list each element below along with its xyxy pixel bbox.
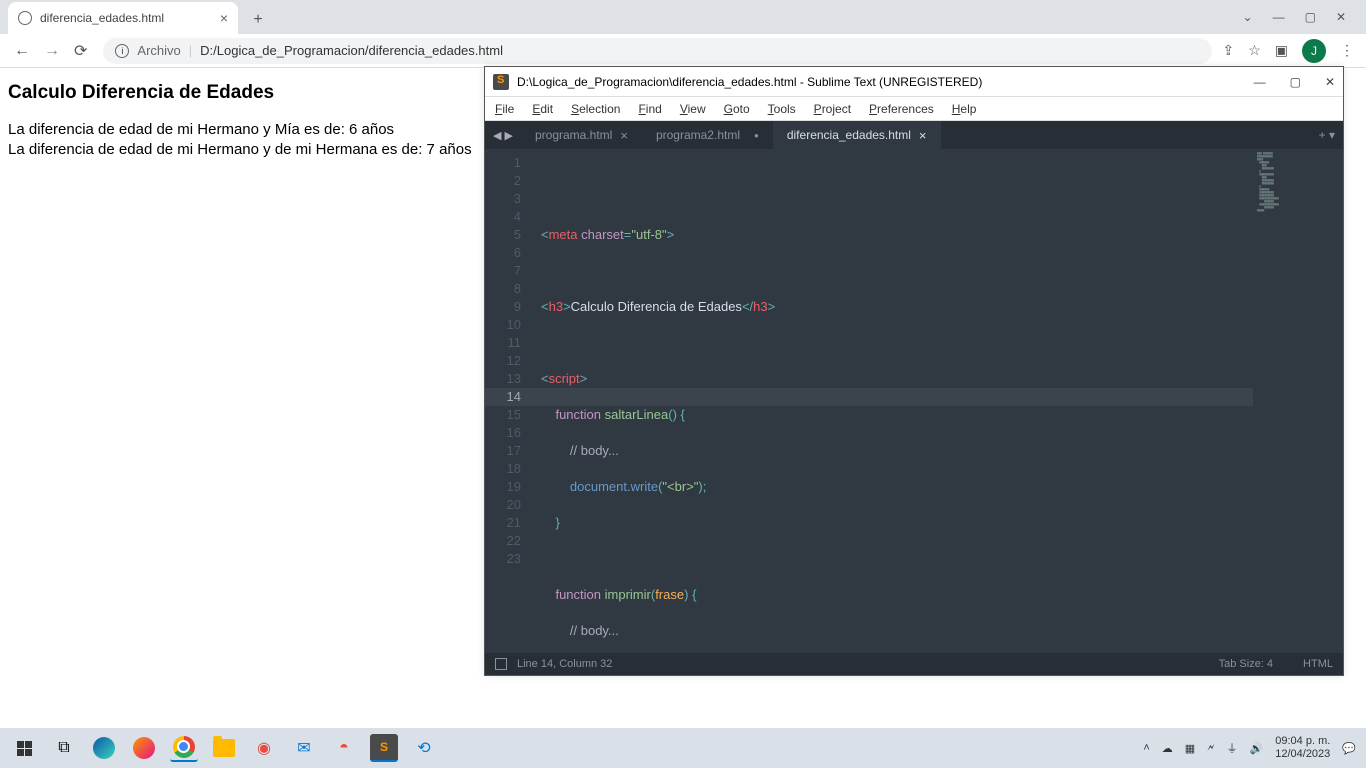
tab-diferencia-edades[interactable]: diferencia_edades.html× — [773, 121, 941, 149]
tab-overflow[interactable]: + ▾ — [1311, 121, 1343, 149]
menu-help[interactable]: Help — [952, 102, 977, 116]
sublime-window: D:\Logica_de_Programacion\diferencia_eda… — [484, 66, 1344, 676]
close-icon[interactable]: × — [620, 128, 628, 143]
maximize-icon[interactable]: ▢ — [1305, 10, 1316, 24]
back-icon[interactable]: ← — [14, 42, 30, 60]
chevron-down-icon[interactable]: ⌄ — [1243, 10, 1253, 24]
menu-view[interactable]: View — [680, 102, 706, 116]
tab-programa[interactable]: programa.html× — [521, 121, 642, 149]
volume-icon[interactable]: 🔊 — [1250, 742, 1264, 755]
task-view-icon[interactable]: ⧉ — [50, 734, 78, 762]
file-explorer-icon[interactable] — [210, 734, 238, 762]
firefox-icon[interactable] — [130, 734, 158, 762]
app-icon[interactable]: ◉ — [250, 734, 278, 762]
menu-icon[interactable]: ⋮ — [1340, 42, 1354, 59]
close-icon[interactable]: × — [919, 128, 927, 143]
menu-selection[interactable]: Selection — [571, 102, 620, 116]
chrome-tab-active[interactable]: diferencia_edades.html × — [8, 2, 238, 34]
status-tab-size[interactable]: Tab Size: 4 — [1219, 658, 1273, 670]
sublime-titlebar[interactable]: D:\Logica_de_Programacion\diferencia_eda… — [485, 67, 1343, 97]
menu-file[interactable]: File — [495, 102, 514, 116]
panel-toggle-icon[interactable] — [495, 658, 507, 670]
notifications-icon[interactable]: 💬 — [1342, 742, 1356, 755]
status-language[interactable]: HTML — [1303, 658, 1333, 670]
chrome-icon[interactable] — [170, 734, 198, 762]
toolbar-icons: ⇪ ☆ ▣ J ⋮ — [1222, 39, 1358, 63]
address-bar[interactable]: i Archivo | D:/Logica_de_Programacion/di… — [103, 38, 1212, 64]
windows-taskbar: ⧉ ◉ ✉ ◓ S ⟲ ˄ ☁ ▦ 🗲 ⏚ 🔊 09:04 p. m. 12/0… — [0, 728, 1366, 768]
code-area[interactable]: <meta charset="utf-8"> <h3>Calculo Difer… — [531, 149, 1253, 653]
info-icon[interactable]: i — [115, 44, 129, 58]
minimap[interactable]: ████ ████████ █████████████ █████ ██████… — [1253, 149, 1343, 653]
minimize-icon[interactable]: — — [1254, 75, 1266, 89]
tab-programa2[interactable]: programa2.html — [642, 121, 773, 149]
close-icon[interactable]: ✕ — [1325, 75, 1335, 89]
menu-preferences[interactable]: Preferences — [869, 102, 934, 116]
tray-icon[interactable]: ▦ — [1185, 742, 1195, 755]
wifi-icon[interactable]: ⏚ — [1227, 740, 1238, 756]
new-tab-button[interactable]: + — [244, 6, 272, 34]
sublime-window-controls: — ▢ ✕ — [1254, 75, 1335, 89]
system-tray: ˄ ☁ ▦ 🗲 ⏚ 🔊 09:04 p. m. 12/04/2023 💬 — [1143, 735, 1356, 761]
status-cursor-pos: Line 14, Column 32 — [517, 658, 612, 670]
sublime-statusbar: Line 14, Column 32 Tab Size: 4 HTML — [485, 653, 1343, 675]
avatar[interactable]: J — [1302, 39, 1326, 63]
window-controls: ⌄ — ▢ ✕ — [1243, 0, 1366, 34]
close-icon[interactable]: ✕ — [1336, 10, 1346, 24]
clock[interactable]: 09:04 p. m. 12/04/2023 — [1275, 735, 1330, 761]
chevron-up-icon[interactable]: ˄ — [1143, 742, 1149, 754]
chrome-toolbar: ← → ⟳ i Archivo | D:/Logica_de_Programac… — [0, 34, 1366, 68]
sublime-title-text: D:\Logica_de_Programacion\diferencia_eda… — [517, 75, 982, 89]
menu-find[interactable]: Find — [638, 102, 661, 116]
app-icon-2[interactable]: ◓ — [330, 734, 358, 762]
sublime-taskbar-icon[interactable]: S — [370, 734, 398, 762]
teamviewer-icon[interactable]: ⟲ — [410, 734, 438, 762]
chrome-browser-frame: diferencia_edades.html × + ⌄ — ▢ ✕ ← → ⟳… — [0, 0, 1366, 68]
battery-icon[interactable]: 🗲 — [1207, 742, 1214, 755]
address-url: D:/Logica_de_Programacion/diferencia_eda… — [200, 43, 503, 58]
globe-icon — [18, 11, 32, 25]
nav-arrows: ← → ⟳ — [8, 41, 93, 61]
forward-icon[interactable]: → — [44, 42, 60, 60]
share-icon[interactable]: ⇪ — [1222, 42, 1234, 59]
menu-tools[interactable]: Tools — [768, 102, 796, 116]
menu-project[interactable]: Project — [814, 102, 851, 116]
sublime-logo-icon — [493, 74, 509, 90]
outlook-icon[interactable]: ✉ — [290, 734, 318, 762]
sublime-tabs: ◀ ▶ programa.html× programa2.html difere… — [485, 121, 1343, 149]
chrome-tab-strip: diferencia_edades.html × + ⌄ — ▢ ✕ — [0, 0, 1366, 34]
menu-edit[interactable]: Edit — [532, 102, 553, 116]
tab-scroll-arrows[interactable]: ◀ ▶ — [485, 121, 521, 149]
tab-title: diferencia_edades.html — [40, 11, 164, 25]
editor-body: 1234567891011121314151617181920212223 <m… — [485, 149, 1343, 653]
start-button[interactable] — [10, 734, 38, 762]
panel-icon[interactable]: ▣ — [1275, 42, 1288, 59]
star-icon[interactable]: ☆ — [1248, 42, 1261, 59]
address-scheme: Archivo — [137, 43, 180, 58]
line-numbers: 1234567891011121314151617181920212223 — [485, 149, 531, 653]
close-icon[interactable]: × — [220, 11, 228, 25]
onedrive-icon[interactable]: ☁ — [1162, 742, 1173, 755]
maximize-icon[interactable]: ▢ — [1290, 75, 1301, 89]
sublime-menubar: File Edit Selection Find View Goto Tools… — [485, 97, 1343, 121]
minimize-icon[interactable]: — — [1273, 10, 1285, 24]
reload-icon[interactable]: ⟳ — [74, 41, 87, 61]
edge-icon[interactable] — [90, 734, 118, 762]
menu-goto[interactable]: Goto — [724, 102, 750, 116]
